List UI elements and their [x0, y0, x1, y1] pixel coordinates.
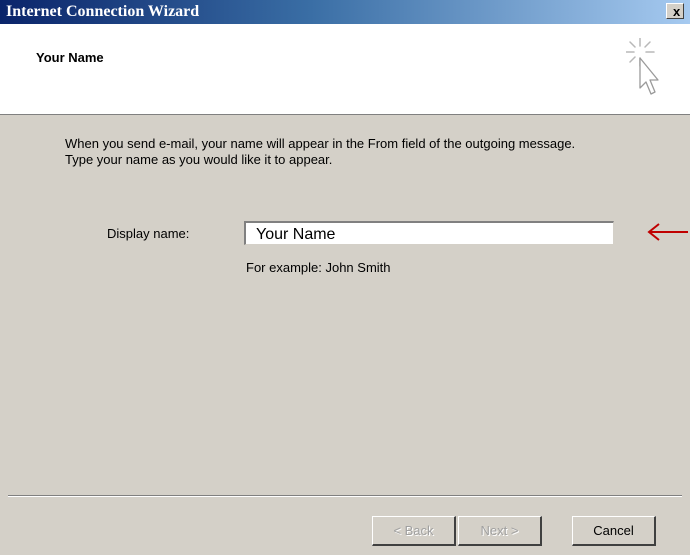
description: When you send e-mail, your name will app… [65, 136, 575, 168]
wizard-header: Your Name [0, 24, 690, 115]
description-line-2: Type your name as you would like it to a… [65, 152, 333, 167]
window-title: Internet Connection Wizard [6, 3, 200, 20]
close-button[interactable]: x [666, 3, 684, 19]
description-line-1: When you send e-mail, your name will app… [65, 136, 576, 151]
title-bar: Internet Connection Wizard x [0, 0, 690, 24]
wizard-dialog: Internet Connection Wizard x Your Name W… [0, 0, 690, 555]
next-button[interactable]: Next > [458, 516, 542, 546]
red-left-arrow-icon [645, 222, 689, 247]
page-title: Your Name [36, 50, 104, 65]
display-name-input[interactable] [244, 221, 614, 245]
cancel-button[interactable]: Cancel [572, 516, 656, 546]
example-text: For example: John Smith [246, 260, 391, 275]
footer-separator-highlight [8, 496, 682, 497]
wizard-cursor-sparkle-icon [625, 37, 662, 107]
back-button[interactable]: < Back [372, 516, 456, 546]
display-name-label: Display name: [107, 226, 190, 241]
